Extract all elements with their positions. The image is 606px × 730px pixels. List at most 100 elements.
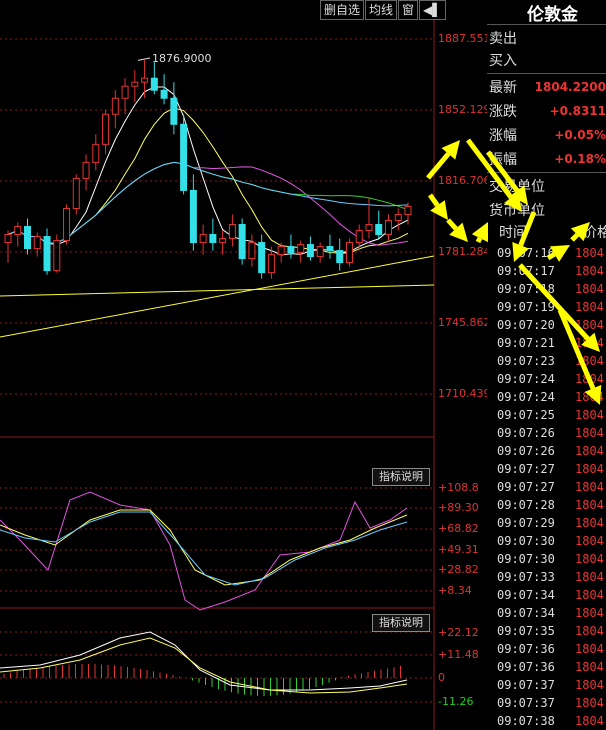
latest-row: 最新 1804.2200 <box>487 77 606 101</box>
candle-body <box>63 207 71 242</box>
tick-price: 1804. <box>575 588 606 602</box>
macd-axis-tick: 0 <box>438 671 445 684</box>
tick-row: 09:07:34 1804. <box>497 604 606 622</box>
tick-price: 1804. <box>575 318 606 332</box>
tick-row: 09:07:25 1804. <box>497 406 606 424</box>
tick-row: 09:07:30 1804. <box>497 532 606 550</box>
tick-row: 09:07:17 1804. <box>497 262 606 280</box>
tick-time: 09:07:29 <box>497 516 555 530</box>
collapse-panel-icon[interactable]: ◀▌ <box>419 0 446 20</box>
tick-row: 09:07:27 1804. <box>497 478 606 496</box>
tick-time: 09:07:30 <box>497 552 555 566</box>
change-pct-row: 涨幅 +0.05% <box>487 125 606 149</box>
tick-row: 09:07:16 1804. <box>497 244 606 262</box>
macd-axis-tick: +22.12 <box>438 626 479 639</box>
tick-row: 09:07:21 1804. <box>497 334 606 352</box>
trade-unit-row: 交易单位 <box>487 176 606 200</box>
candle-body <box>394 213 402 221</box>
indicator-help-button[interactable]: 指标说明 <box>372 468 430 486</box>
candle-body <box>14 226 22 236</box>
tick-time: 09:07:23 <box>497 354 555 368</box>
tick-row: 09:07:19 1804. <box>497 298 606 316</box>
tick-time: 09:07:20 <box>497 318 555 332</box>
price-axis-tick: 1710.439 <box>438 387 491 400</box>
tick-time: 09:07:35 <box>497 624 555 638</box>
peak-price-label: 1876.9000 <box>152 52 212 65</box>
buy-row: 买入 <box>487 50 606 74</box>
candle-body <box>384 219 392 236</box>
tick-price: 1804. <box>575 300 606 314</box>
currency-unit-label: 货币单位 <box>489 203 545 219</box>
tick-row: 09:07:37 1804. <box>497 694 606 712</box>
candle-body <box>336 250 344 264</box>
candle-body <box>92 143 100 163</box>
tick-price: 1804. <box>575 570 606 584</box>
candle-body <box>316 246 324 258</box>
candle-body <box>131 81 139 87</box>
tick-row: 09:07:27 1804. <box>497 460 606 478</box>
candle-body <box>4 234 12 244</box>
tick-row: 09:07:26 1804. <box>497 442 606 460</box>
indicator-axis-tick: +49.31 <box>438 543 479 556</box>
change-value: +0.8311 <box>549 104 606 118</box>
window-button[interactable]: 窗 <box>398 0 419 20</box>
tick-row: 09:07:30 1804. <box>497 550 606 568</box>
candle-body <box>238 224 246 260</box>
price-axis-tick: 1781.284 <box>438 245 491 258</box>
tick-row: 09:07:20 1804. <box>497 316 606 334</box>
price-axis-tick: 1852.129 <box>438 103 491 116</box>
price-axis-tick: 1887.551 <box>438 32 491 45</box>
candle-body <box>33 236 41 250</box>
tick-price: 1804. <box>575 336 606 350</box>
tick-row: 09:07:36 1804. <box>497 640 606 658</box>
support-trendline <box>0 284 435 297</box>
delete-watchlist-button[interactable]: 删自选 <box>320 0 365 20</box>
rising-trendline <box>0 255 435 338</box>
indicator-help-button[interactable]: 指标说明 <box>372 614 430 632</box>
tick-price: 1804. <box>575 624 606 638</box>
tick-price: 1804. <box>575 480 606 494</box>
tick-row: 09:07:18 1804. <box>497 280 606 298</box>
candle-body <box>287 246 295 254</box>
tick-price: 1804. <box>575 444 606 458</box>
tick-time: 09:07:25 <box>497 408 555 422</box>
tick-price: 1804. <box>575 714 606 728</box>
tick-price: 1804. <box>575 642 606 656</box>
candle-body <box>355 230 363 244</box>
candle-body <box>180 123 188 191</box>
tick-row: 09:07:26 1804. <box>497 424 606 442</box>
tick-row: 09:07:23 1804. <box>497 352 606 370</box>
tick-price: 1804. <box>575 660 606 674</box>
price-column-header: 价格 <box>583 225 606 241</box>
latest-label: 最新 <box>489 80 517 96</box>
moving-average-button[interactable]: 均线 <box>365 0 398 20</box>
candle-body <box>111 97 119 115</box>
tick-price: 1804. <box>575 552 606 566</box>
candle-body <box>248 242 256 260</box>
tick-time: 09:07:38 <box>497 714 555 728</box>
tick-row: 09:07:38 1804. <box>497 712 606 730</box>
tick-time: 09:07:21 <box>497 336 555 350</box>
candle-body <box>199 234 207 244</box>
amplitude-value: +0.18% <box>554 152 606 166</box>
tick-time: 09:07:24 <box>497 372 555 386</box>
candle-body <box>72 177 80 209</box>
tick-price: 1804. <box>575 354 606 368</box>
trade-unit-label: 交易单位 <box>489 179 545 195</box>
indicator-axis-tick: +68.82 <box>438 522 479 535</box>
indicator-j-line <box>0 491 408 611</box>
change-row: 涨跌 +0.8311 <box>487 101 606 125</box>
tick-price: 1804. <box>575 390 606 404</box>
candle-body <box>219 238 227 244</box>
candle-body <box>365 224 373 232</box>
tick-price: 1804. <box>575 498 606 512</box>
tick-price: 1804. <box>575 678 606 692</box>
tick-price: 1804. <box>575 696 606 710</box>
tick-price: 1804. <box>575 372 606 386</box>
tick-time: 09:07:24 <box>497 390 555 404</box>
tick-row: 09:07:33 1804. <box>497 568 606 586</box>
tick-row: 09:07:36 1804. <box>497 658 606 676</box>
tick-row: 09:07:24 1804. <box>497 388 606 406</box>
tick-row: 09:07:29 1804. <box>497 514 606 532</box>
candle-body <box>141 77 149 83</box>
